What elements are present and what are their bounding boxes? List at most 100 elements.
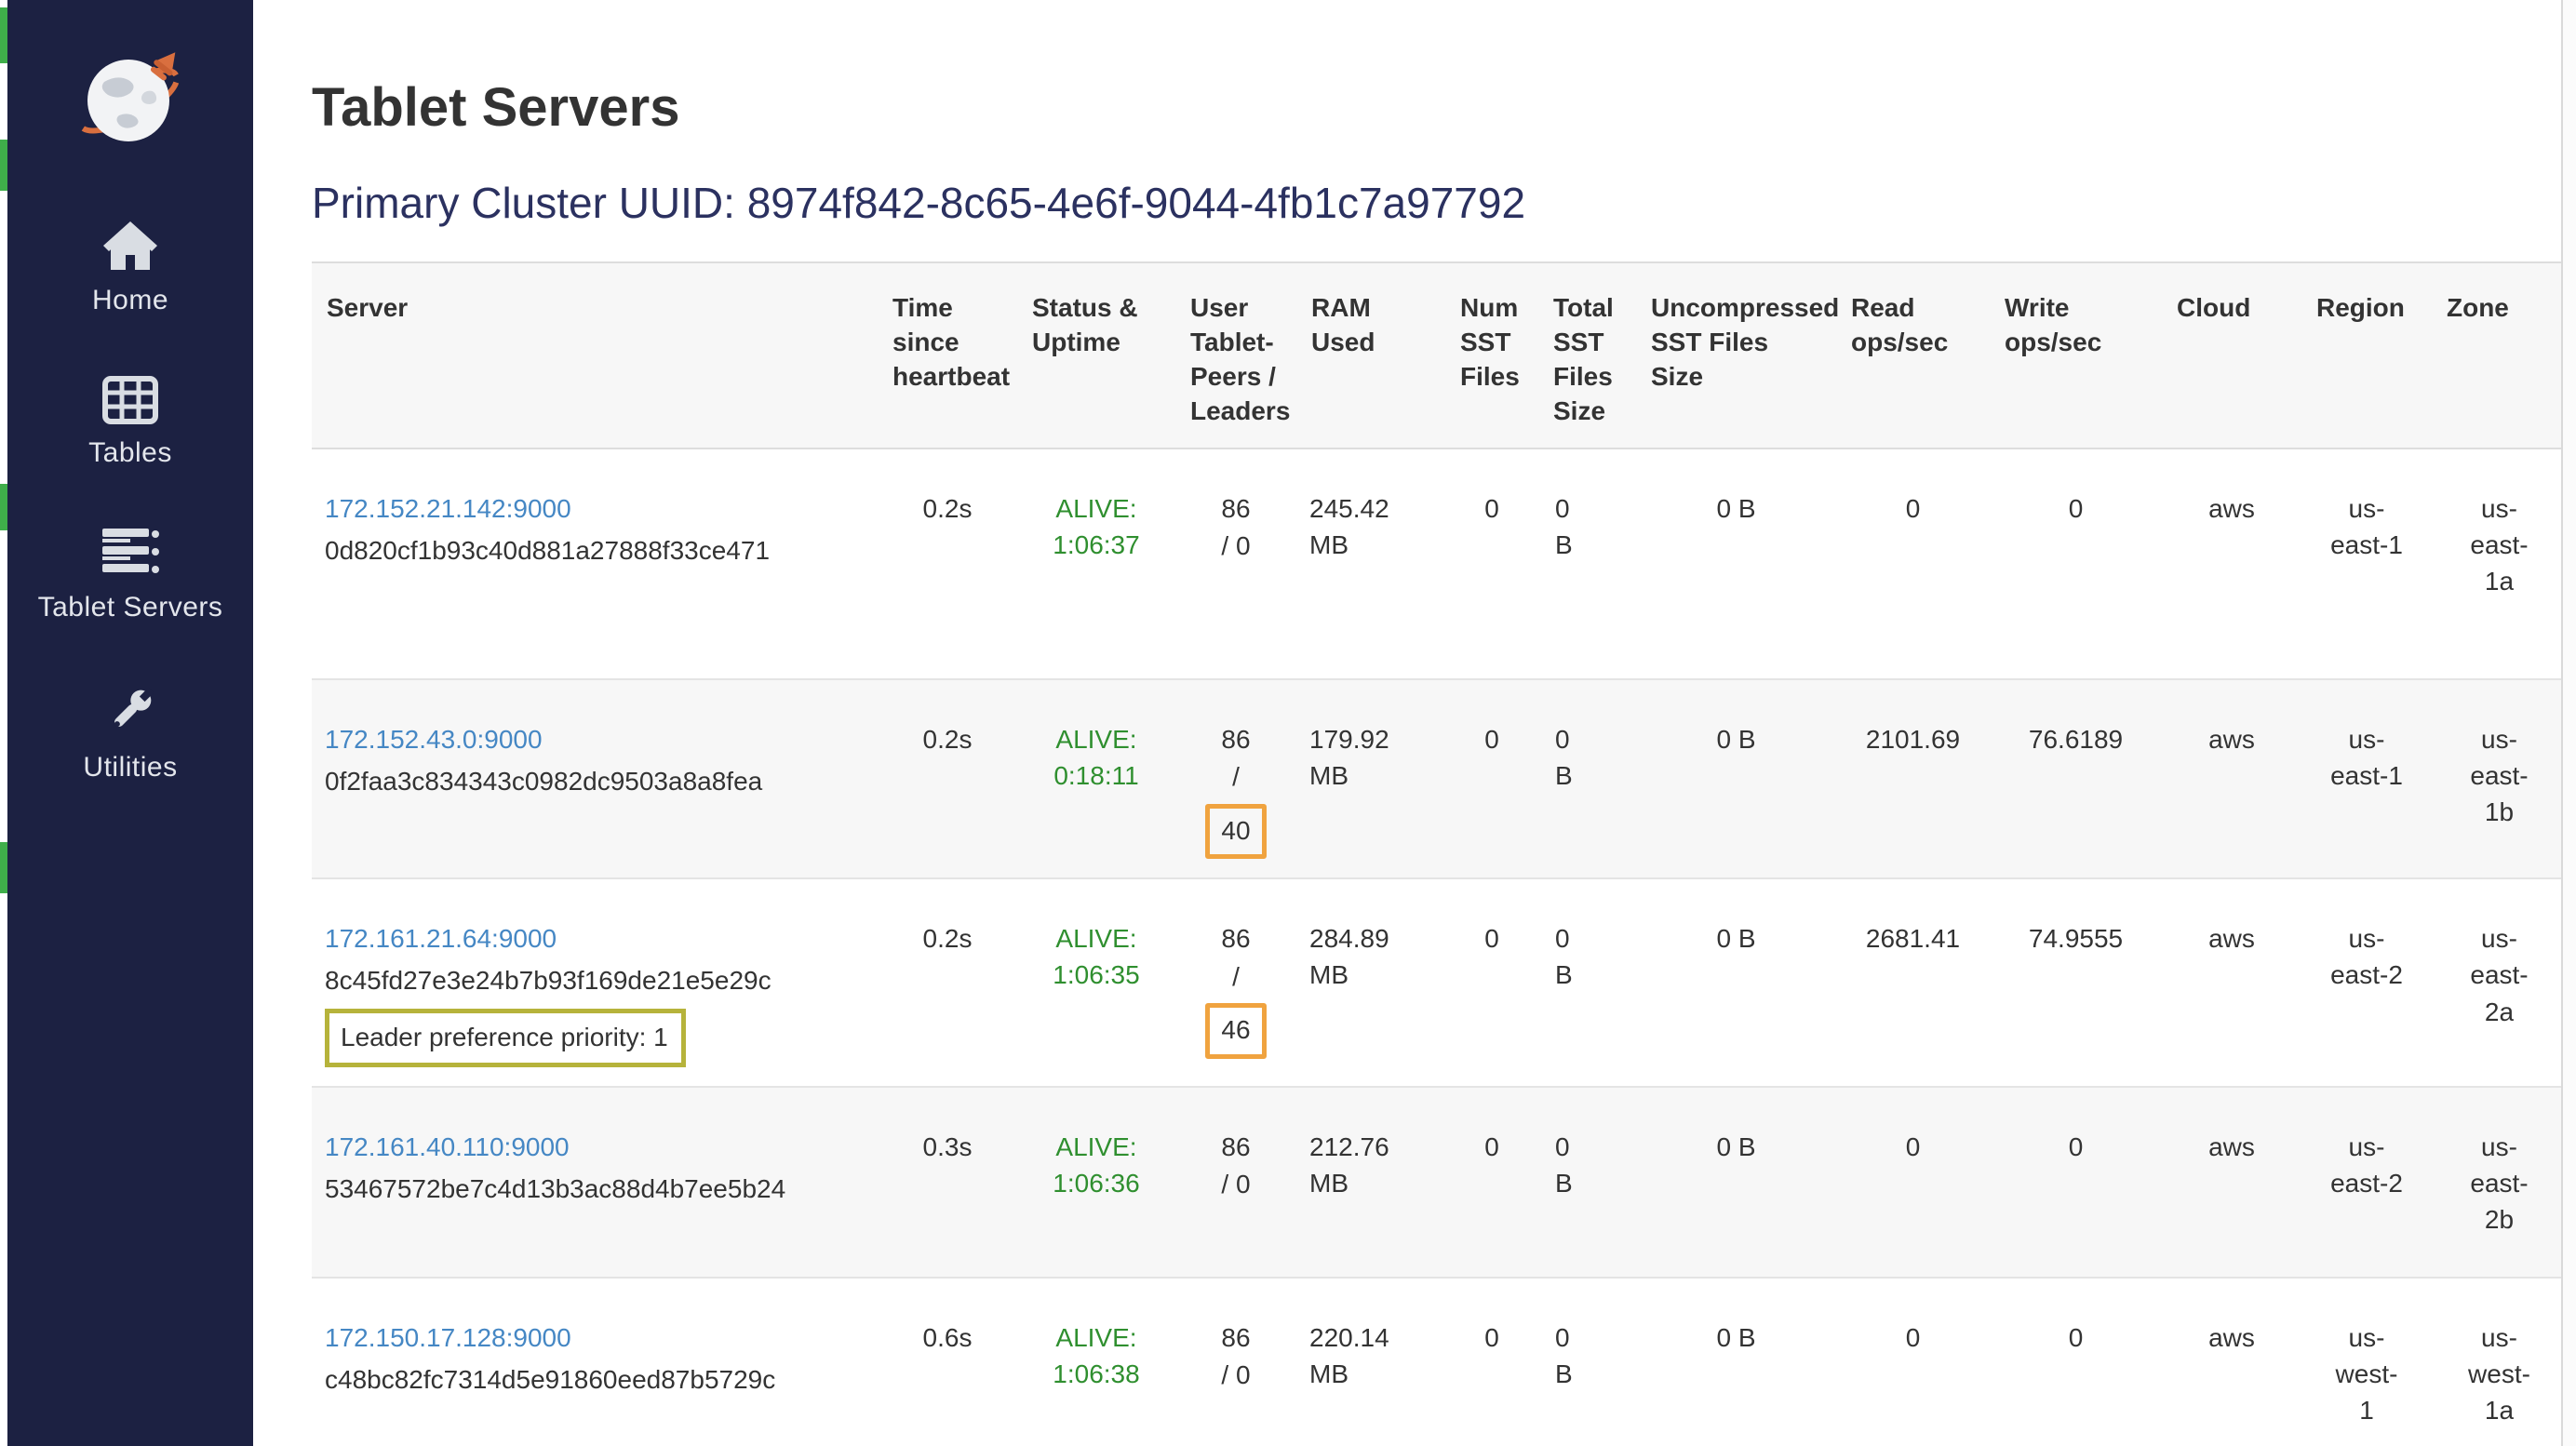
col-status: Status & Uptime xyxy=(1017,262,1175,449)
total-sst-cell: 0 B xyxy=(1538,1087,1636,1278)
ram-cell: 179.92 MB xyxy=(1296,679,1445,878)
total-sst-cell: 0 B xyxy=(1538,878,1636,1087)
sidebar-item-utilities[interactable]: Utilities xyxy=(19,683,242,783)
table-row: 172.152.43.0:9000 0f2faa3c834343c0982dc9… xyxy=(312,679,2567,878)
write-ops-cell: 74.9555 xyxy=(1990,878,2162,1087)
uncompressed-sst-cell: 0 B xyxy=(1636,878,1836,1087)
server-link[interactable]: 172.150.17.128:9000 xyxy=(325,1323,571,1352)
peers-count: 86 xyxy=(1188,721,1283,759)
heartbeat-cell: 0.2s xyxy=(878,449,1017,679)
status-uptime: 1:06:36 xyxy=(1030,1165,1162,1201)
region-cell: us-east-2 xyxy=(2301,878,2432,1087)
leaders-count-highlighted: 46 xyxy=(1205,1003,1266,1058)
status-cell: ALIVE: 1:06:36 xyxy=(1017,1087,1175,1278)
tablet-servers-table: Server Time since heartbeat Status & Upt… xyxy=(312,261,2567,1446)
col-cloud: Cloud xyxy=(2162,262,2301,449)
sidebar-item-home[interactable]: Home xyxy=(19,220,242,316)
leaders-count: / 0 xyxy=(1188,1357,1283,1395)
scrollbar[interactable] xyxy=(2561,0,2576,1446)
cluster-uuid-heading: Primary Cluster UUID: 8974f842-8c65-4e6f… xyxy=(312,178,2576,228)
read-ops-cell: 0 xyxy=(1836,1278,1990,1446)
server-link[interactable]: 172.161.40.110:9000 xyxy=(325,1132,570,1161)
peers-cell: 86 / 46 xyxy=(1175,878,1296,1087)
peers-count: 86 xyxy=(1188,1129,1283,1167)
utilities-icon xyxy=(102,683,158,739)
leaders-count: / 0 xyxy=(1188,1166,1283,1204)
leader-preference-badge: Leader preference priority: 1 xyxy=(325,1009,686,1067)
cloud-cell: aws xyxy=(2162,878,2301,1087)
cloud-cell: aws xyxy=(2162,1278,2301,1446)
status-alive: ALIVE: xyxy=(1030,920,1162,957)
table-row: 172.150.17.128:9000 c48bc82fc7314d5e9186… xyxy=(312,1278,2567,1446)
uncompressed-sst-cell: 0 B xyxy=(1636,449,1836,679)
server-uuid: 0d820cf1b93c40d881a27888f33ce471 xyxy=(325,532,865,569)
col-server: Server xyxy=(312,262,878,449)
heartbeat-cell: 0.2s xyxy=(878,878,1017,1087)
peers-cell: 86 / 0 xyxy=(1175,449,1296,679)
total-sst-cell: 0 B xyxy=(1538,449,1636,679)
server-link[interactable]: 172.152.43.0:9000 xyxy=(325,725,543,754)
num-sst-cell: 0 xyxy=(1445,1278,1538,1446)
status-alive: ALIVE: xyxy=(1030,1129,1162,1165)
sidebar-item-label: Tablet Servers xyxy=(38,592,223,623)
sidebar-item-label: Home xyxy=(92,285,168,316)
status-cell: ALIVE: 1:06:38 xyxy=(1017,1278,1175,1446)
write-ops-cell: 0 xyxy=(1990,449,2162,679)
peers-count: 86 xyxy=(1188,490,1283,529)
peers-count: 86 xyxy=(1188,1319,1283,1358)
region-cell: us-west-1 xyxy=(2301,1278,2432,1446)
ram-cell: 220.14 MB xyxy=(1296,1278,1445,1446)
server-link[interactable]: 172.152.21.142:9000 xyxy=(325,494,571,523)
peers-cell: 86 / 0 xyxy=(1175,1087,1296,1278)
peers-slash: / xyxy=(1188,758,1283,797)
col-zone: Zone xyxy=(2432,262,2567,449)
read-ops-cell: 2101.69 xyxy=(1836,679,1990,878)
region-cell: us-east-1 xyxy=(2301,679,2432,878)
sidebar-item-tablet-servers[interactable]: Tablet Servers xyxy=(19,529,242,623)
sidebar-nav: Home Tables xyxy=(19,220,242,783)
sidebar-item-label: Utilities xyxy=(83,752,177,783)
page-title: Tablet Servers xyxy=(312,76,2576,139)
write-ops-cell: 76.6189 xyxy=(1990,679,2162,878)
total-sst-cell: 0 B xyxy=(1538,679,1636,878)
sidebar-item-label: Tables xyxy=(88,437,172,469)
server-link[interactable]: 172.161.21.64:9000 xyxy=(325,924,557,953)
leaders-count-highlighted: 40 xyxy=(1205,804,1266,859)
col-heartbeat: Time since heartbeat xyxy=(878,262,1017,449)
write-ops-cell: 0 xyxy=(1990,1087,2162,1278)
home-icon xyxy=(101,220,159,272)
server-uuid: 53467572be7c4d13b3ac88d4b7ee5b24 xyxy=(325,1171,865,1207)
heartbeat-cell: 0.3s xyxy=(878,1087,1017,1278)
uncompressed-sst-cell: 0 B xyxy=(1636,1087,1836,1278)
read-ops-cell: 2681.41 xyxy=(1836,878,1990,1087)
region-cell: us-east-2 xyxy=(2301,1087,2432,1278)
status-alive: ALIVE: xyxy=(1030,490,1162,527)
zone-cell: us-east-2a xyxy=(2432,878,2567,1087)
sidebar-item-tables[interactable]: Tables xyxy=(19,376,242,469)
yugabyte-logo-icon[interactable] xyxy=(56,43,205,154)
cloud-cell: aws xyxy=(2162,449,2301,679)
table-header-row: Server Time since heartbeat Status & Upt… xyxy=(312,262,2567,449)
col-uncompressed-sst: Uncompressed SST Files Size xyxy=(1636,262,1836,449)
zone-cell: us-west-1a xyxy=(2432,1278,2567,1446)
col-total-sst: Total SST Files Size xyxy=(1538,262,1636,449)
status-uptime: 1:06:38 xyxy=(1030,1356,1162,1392)
status-uptime: 1:06:37 xyxy=(1030,527,1162,563)
num-sst-cell: 0 xyxy=(1445,878,1538,1087)
ram-cell: 212.76 MB xyxy=(1296,1087,1445,1278)
num-sst-cell: 0 xyxy=(1445,679,1538,878)
peers-slash: / xyxy=(1188,958,1283,997)
peers-cell: 86 / 0 xyxy=(1175,1278,1296,1446)
cloud-cell: aws xyxy=(2162,1087,2301,1278)
server-uuid: 8c45fd27e3e24b7b93f169de21e5e29c xyxy=(325,962,865,998)
uncompressed-sst-cell: 0 B xyxy=(1636,679,1836,878)
num-sst-cell: 0 xyxy=(1445,1087,1538,1278)
write-ops-cell: 0 xyxy=(1990,1278,2162,1446)
ram-cell: 284.89 MB xyxy=(1296,878,1445,1087)
zone-cell: us-east-1b xyxy=(2432,679,2567,878)
heartbeat-cell: 0.2s xyxy=(878,679,1017,878)
status-alive: ALIVE: xyxy=(1030,721,1162,757)
desktop-edge-strip xyxy=(0,0,7,1446)
status-cell: ALIVE: 0:18:11 xyxy=(1017,679,1175,878)
read-ops-cell: 0 xyxy=(1836,1087,1990,1278)
